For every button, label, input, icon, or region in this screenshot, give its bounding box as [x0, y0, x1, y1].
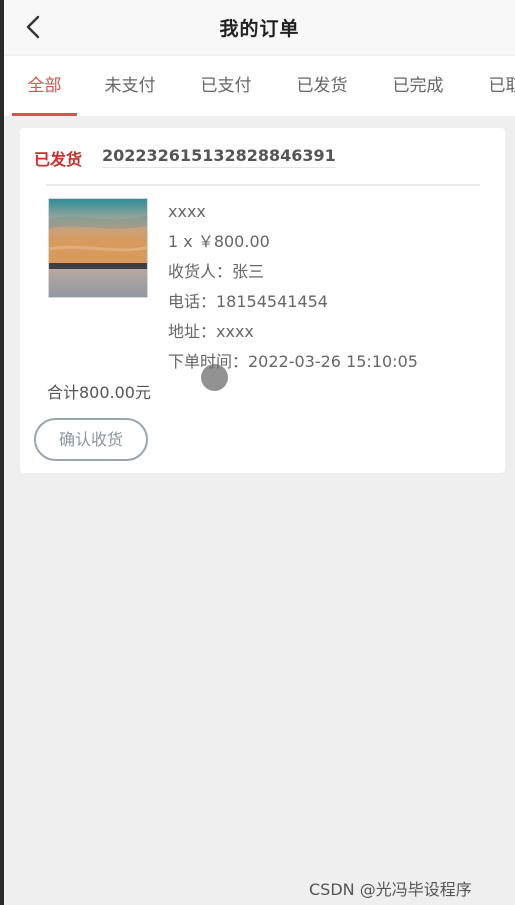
watermark: CSDN @光冯毕设程序: [309, 880, 472, 899]
touch-cursor-icon: [201, 364, 228, 391]
receiver: 收货人：张三: [168, 262, 265, 281]
tab-cancelled[interactable]: 已取消: [484, 56, 515, 116]
tab-unpaid[interactable]: 未支付: [100, 56, 160, 116]
window-edge: [0, 0, 4, 905]
order-number: 20223261513282884639​1: [102, 146, 336, 168]
divider: [46, 184, 480, 186]
address: 地址：xxxx: [168, 322, 254, 341]
top-bar: 我的订单: [4, 0, 515, 54]
phone: 电话：18154541454: [168, 292, 328, 311]
tab-shipped[interactable]: 已发货: [292, 56, 352, 116]
confirm-receipt-button[interactable]: 确认收货: [34, 418, 148, 461]
tab-completed[interactable]: 已完成: [388, 56, 448, 116]
status-badge: 已发货: [34, 150, 83, 169]
page-title: 我的订单: [219, 17, 300, 40]
chevron-left-icon[interactable]: [24, 14, 44, 40]
tab-paid[interactable]: 已支付: [196, 56, 256, 116]
order-card: 已发货 20223261513282884639​1: [20, 128, 505, 473]
order-tabs: 全部 未支付 已支付 已发货 已完成 已取消: [4, 56, 515, 116]
order-total: 合计800.00元: [47, 383, 151, 402]
tab-all[interactable]: 全部: [12, 56, 77, 116]
order-info: xxxx 1 x ￥800.00 收货人：张三 电话：18154541454 地…: [168, 202, 418, 382]
product-thumbnail[interactable]: [48, 198, 148, 298]
quantity-price: 1 x ￥800.00: [168, 232, 270, 251]
product-name: xxxx: [168, 202, 206, 221]
